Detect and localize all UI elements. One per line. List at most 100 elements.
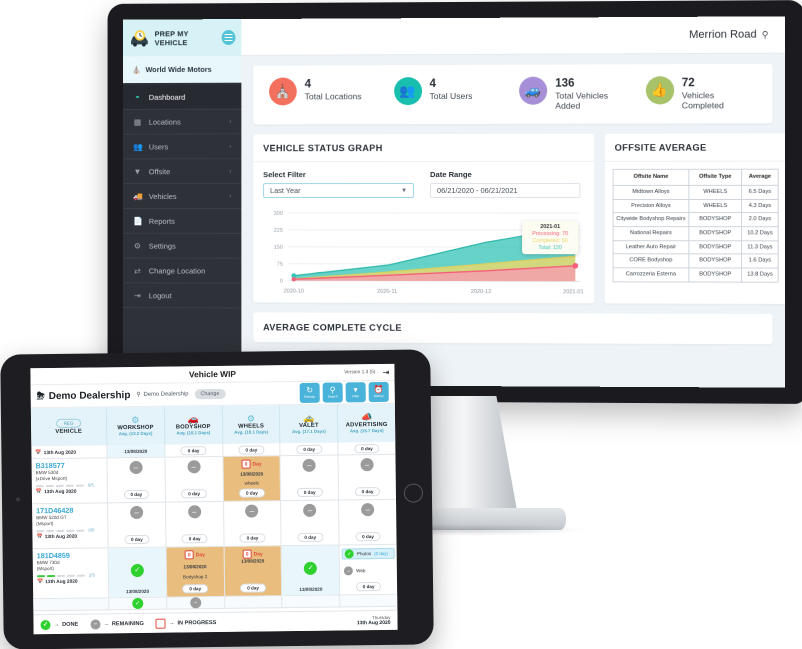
status-cell-wheels[interactable]: 0 Day 13/08/2020 wheels 0 day [223, 456, 281, 501]
advertising-photos-item[interactable]: ✓ Photos (0 day) [341, 547, 395, 560]
status-cell-advertising[interactable]: – 0 day [339, 500, 396, 545]
table-row: Precision Alloys WHEELS 4.3 Days [613, 198, 779, 213]
dealership-name: ⛈ Demo Dealership [37, 390, 131, 402]
cell-date: 13/08/2020 [124, 448, 148, 454]
status-cell-valet[interactable]: – 0 day [281, 456, 338, 501]
cell-date: 13/08/2020 [125, 588, 150, 595]
status-cell-workshop[interactable]: ✓ 13/08/2020 [108, 547, 166, 598]
sidebar-item-settings[interactable]: ⚙ Settings [123, 233, 242, 259]
table-row[interactable]: B318577 BMW 530d (xDrive Msport) 0/5 📅 1… [31, 454, 397, 505]
status-cell-bodyshop[interactable]: 0 Day 13/08/2020 Bodyshop 2 0 day [166, 546, 224, 597]
select-filter-dropdown[interactable]: Last Year ▼ [263, 183, 415, 199]
column-bodyshop: 🚗 BODYSHOP Avg. (18.1 Days) [164, 405, 223, 445]
day-pill: 0 day [180, 445, 207, 455]
status-cell-advertising[interactable]: – 0 day [339, 455, 396, 500]
dash-circle-icon: – [245, 504, 259, 518]
today-date: 13th Aug 2020 [356, 619, 391, 627]
sidebar-item-locations[interactable]: ▦ Locations › [123, 109, 242, 135]
advertising-label: Web [356, 568, 366, 574]
table-row[interactable]: 171D46428 BMW 520d GT (Msport) 0/5 📅 13t… [32, 499, 397, 550]
sidebar-item-reports[interactable]: 📄 Reports [123, 208, 242, 234]
history-icon: ⏰ [373, 384, 384, 395]
chevron-right-icon: › [229, 142, 232, 150]
sidebar-item-vehicles[interactable]: 🚚 Vehicles › [123, 184, 242, 209]
building-icon: ▦ [133, 117, 142, 127]
desktop-screen: PREP MY VEHICLE ⛪ World Wide Motors ◓ Da… [123, 16, 785, 388]
sidebar-item-label: Locations [148, 117, 181, 127]
legend-arrow: → [103, 620, 109, 627]
sidebar-item-label: Users [148, 141, 169, 151]
status-cell-workshop[interactable]: – 0 day [108, 503, 165, 548]
status-cell-valet[interactable]: – 0 day [281, 501, 338, 546]
column-valet: 🚕 VALET Avg. (17.1 Days) [280, 404, 339, 444]
column-wheels: ⚙ WHEELS Avg. (18.1 Days) [222, 405, 281, 444]
status-cell-wheels[interactable]: 0 Day 13/08/2020 0 day [224, 546, 282, 596]
sidebar-item-offsite[interactable]: ▼ Offsite › [123, 159, 242, 185]
cell-offsite-name: Midtown Alloys [613, 185, 689, 200]
vehicle-status-graph-title: VEHICLE STATUS GRAPH [253, 133, 595, 163]
table-row[interactable]: 181D4859 BMW 730d (Msport) 2/5 📅 13th Au… [32, 544, 398, 600]
sitemap-icon: ▼ [133, 166, 142, 176]
stat-value: 72 [681, 77, 695, 90]
table-row: Midtown Alloys WHEELS 6.5 Days [613, 185, 779, 200]
advertising-web-item[interactable]: – Web [342, 566, 395, 576]
tablet-home-button[interactable] [403, 483, 424, 503]
sidebar-item-users[interactable]: 👥 Users › [123, 134, 242, 160]
offsite-average-table: Offsite Name Offsite Type Average Midtow… [613, 169, 779, 283]
cell-note: Bodyshop 2 [182, 574, 208, 580]
cell-offsite-type: BODYSHOP [688, 240, 742, 255]
sidebar-item-logout[interactable]: ⇥ Logout [123, 283, 242, 309]
status-cell-bodyshop[interactable]: – 0 day [165, 457, 222, 502]
tooltip-title: 2021-01 [540, 224, 561, 231]
dealership-icon: ⛈ [36, 390, 45, 402]
truck-icon: 🚚 [133, 191, 143, 201]
tooltip-processing: Processing: 70 [532, 231, 569, 238]
in-progress-label: Day [252, 460, 262, 468]
filter-button[interactable]: ▾ Filter [345, 382, 366, 403]
users-icon: 👥 [393, 77, 422, 106]
brand-name: PREP MY VEHICLE [154, 28, 189, 47]
status-cell-workshop[interactable]: – 0 day [107, 458, 164, 503]
brand-bar: PREP MY VEHICLE [123, 19, 242, 57]
legend-arrow: → [168, 620, 175, 627]
status-cell-wheels[interactable]: – 0 day [224, 501, 281, 546]
refresh-label: Refresh [304, 394, 316, 399]
check-circle-icon: ✓ [130, 563, 144, 577]
sidebar-item-label: Offsite [148, 166, 171, 176]
chart-tooltip: 2021-01 Processing: 70 Completed: 50 Tot… [522, 221, 579, 255]
refresh-button[interactable]: ↻ Refresh [299, 382, 320, 403]
stat-value: 4 [304, 78, 312, 91]
tablet-actions: ↻ Refresh ⚲ Search ▾ Filter ⏰ History [299, 381, 389, 403]
status-cell-advertising[interactable]: ✓ Photos (0 day) – Web 0 day [340, 545, 397, 595]
graph-filters: Select Filter Last Year ▼ Date Range 06/… [263, 170, 584, 199]
dash-circle-icon: – [189, 597, 202, 609]
calendar-icon: 📅 [36, 534, 43, 541]
sidebar-item-dashboard[interactable]: ◓ Dashboard [123, 84, 242, 110]
status-cell-bodyshop[interactable]: – 0 day [166, 502, 223, 547]
column-average: Avg. (15.7 Days) [349, 427, 384, 434]
vehicle-variant: (xDrive Msport) [35, 476, 68, 482]
day-pill: 0 day [240, 583, 266, 593]
sidebar-item-label: Dashboard [148, 92, 186, 102]
logout-icon[interactable]: ⇥ [383, 367, 390, 376]
dash-circle-icon: – [187, 460, 201, 474]
dash-circle-icon: – [360, 458, 374, 472]
hamburger-icon[interactable] [221, 30, 236, 45]
dash-circle-icon: – [302, 458, 316, 472]
organisation-row[interactable]: ⛪ World Wide Motors [123, 55, 242, 84]
cell-offsite-type: BODYSHOP [688, 254, 742, 269]
date-range-input[interactable]: 06/21/2020 - 06/21/2021 [430, 183, 581, 199]
tablet-title: Vehicle WIP [188, 368, 237, 380]
status-cell-valet[interactable]: ✓ 13/08/2020 [281, 545, 340, 596]
history-button[interactable]: ⏰ History [368, 381, 389, 403]
current-location[interactable]: Merrion Road ⚲ [689, 29, 768, 41]
legend-arrow: → [53, 621, 60, 628]
sidebar-item-change-location[interactable]: ⇄ Change Location [123, 258, 242, 284]
legend-in-progress: → IN PROGRESS [155, 618, 217, 629]
day-pill: 0 day [182, 584, 209, 594]
change-location-button[interactable]: Change [194, 388, 226, 400]
search-button[interactable]: ⚲ Search [322, 382, 343, 403]
select-filter-value: Last Year [270, 186, 301, 196]
vehicle-date: 📅 13th Aug 2020 [35, 450, 76, 456]
dash-circle-icon: – [90, 618, 101, 630]
